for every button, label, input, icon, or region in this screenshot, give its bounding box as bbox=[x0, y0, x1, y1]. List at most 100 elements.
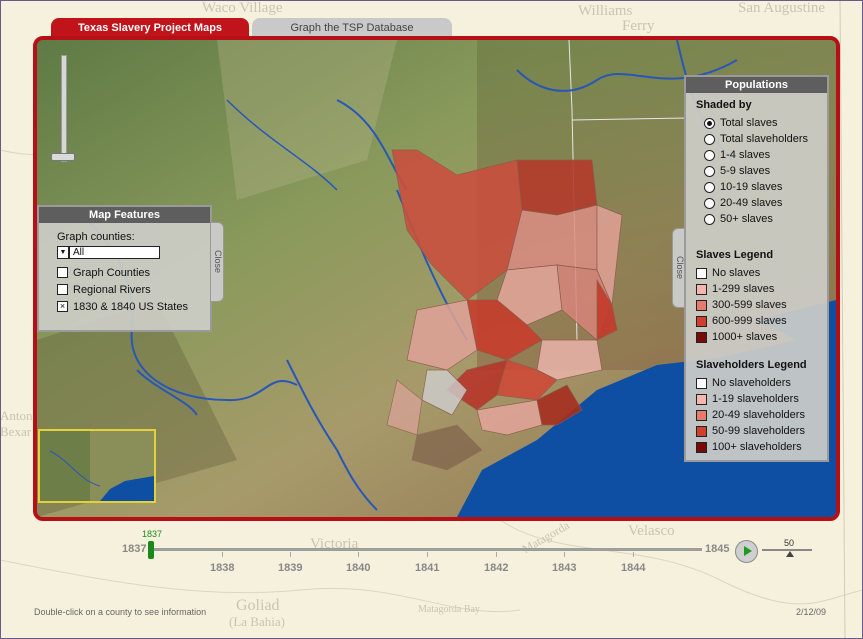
checkbox-regional-rivers[interactable] bbox=[57, 284, 68, 295]
legend-item: 600-999 slaves bbox=[696, 313, 827, 329]
bg-label-augustine: San Augustine bbox=[738, 0, 826, 16]
radio-total-slaveholders[interactable]: Total slaveholders bbox=[704, 131, 827, 147]
timeline-track[interactable] bbox=[150, 548, 702, 551]
timeline-start-label: 1837 bbox=[122, 543, 147, 555]
timeline-year-label[interactable]: 1838 bbox=[210, 562, 234, 574]
radio-button[interactable] bbox=[704, 213, 715, 225]
option-label: 20-49 slaves bbox=[720, 197, 783, 209]
feature-label-regional-rivers: Regional Rivers bbox=[73, 283, 151, 296]
legend-item: 1-19 slaveholders bbox=[696, 391, 827, 407]
feature-regional-rivers[interactable]: Regional Rivers bbox=[57, 281, 210, 298]
timeline-tick bbox=[633, 552, 634, 557]
radio-10-19-slaves[interactable]: 10-19 slaves bbox=[704, 179, 827, 195]
populations-title: Populations bbox=[686, 77, 827, 93]
feature-label-graph-counties: Graph Counties bbox=[73, 266, 151, 279]
radio-1-4-slaves[interactable]: 1-4 slaves bbox=[704, 147, 827, 163]
legend-item: No slaveholders bbox=[696, 375, 827, 391]
radio-50-plus-slaves[interactable]: 50+ slaves bbox=[704, 211, 827, 227]
radio-20-49-slaves[interactable]: 20-49 slaves bbox=[704, 195, 827, 211]
legend-swatch bbox=[696, 267, 707, 279]
play-button[interactable] bbox=[735, 540, 758, 563]
radio-total-slaves[interactable]: Total slaves bbox=[704, 115, 827, 131]
timeline-thumb[interactable] bbox=[148, 541, 154, 559]
inset-terrain bbox=[40, 431, 154, 501]
timeline-year-label[interactable]: 1842 bbox=[484, 562, 508, 574]
legend-swatch bbox=[696, 299, 707, 311]
legend-swatch bbox=[696, 425, 707, 437]
feature-label-us-states: 1830 & 1840 US States bbox=[73, 300, 188, 313]
graph-counties-dropdown[interactable]: ▼ All bbox=[57, 245, 210, 260]
slaveholders-legend-title: Slaveholders Legend bbox=[696, 359, 807, 371]
timeline-year-label[interactable]: 1840 bbox=[346, 562, 370, 574]
option-label: 10-19 slaves bbox=[720, 181, 783, 193]
legend-label: No slaveholders bbox=[712, 377, 791, 389]
legend-label: 20-49 slaveholders bbox=[712, 409, 805, 421]
option-label: 50+ slaves bbox=[720, 213, 773, 225]
legend-label: 1000+ slaves bbox=[712, 331, 778, 343]
timeline-tick bbox=[222, 552, 223, 557]
timeline-tick bbox=[427, 552, 428, 557]
legend-item: 1-299 slaves bbox=[696, 281, 827, 297]
zoom-slider-handle[interactable] bbox=[51, 153, 75, 161]
speed-slider-handle[interactable] bbox=[786, 551, 794, 557]
shaded-by-title: Shaded by bbox=[696, 99, 752, 111]
timeline-year-label[interactable]: 1844 bbox=[621, 562, 645, 574]
feature-us-states[interactable]: × 1830 & 1840 US States bbox=[57, 298, 210, 315]
radio-button[interactable] bbox=[704, 133, 715, 145]
map-features-close-tab[interactable]: Close bbox=[210, 222, 224, 302]
timeline-year-label[interactable]: 1841 bbox=[415, 562, 439, 574]
timeline-current-year: 1837 bbox=[142, 529, 163, 539]
legend-item: 100+ slaveholders bbox=[696, 439, 827, 455]
overview-inset-map[interactable] bbox=[38, 429, 156, 503]
checkbox-graph-counties[interactable] bbox=[57, 267, 68, 278]
bg-label-goliad: Goliad bbox=[236, 597, 280, 614]
feature-graph-counties[interactable]: Graph Counties bbox=[57, 264, 210, 281]
populations-panel: Populations Shaded by Total slaves Total… bbox=[684, 75, 829, 462]
option-label: 5-9 slaves bbox=[720, 165, 771, 177]
map-features-panel: Map Features Graph counties: ▼ All Graph… bbox=[37, 205, 212, 332]
timeline-year-label[interactable]: 1839 bbox=[278, 562, 302, 574]
speed-value: 50 bbox=[784, 538, 795, 548]
checkbox-us-states[interactable]: × bbox=[57, 301, 68, 312]
legend-swatch bbox=[696, 377, 707, 389]
footer-hint: Double-click on a county to see informat… bbox=[34, 607, 207, 617]
legend-swatch bbox=[696, 331, 707, 343]
bg-label-matagorda-bay: Matagorda Bay bbox=[418, 604, 480, 615]
radio-button[interactable] bbox=[704, 181, 715, 193]
radio-button[interactable] bbox=[704, 117, 715, 129]
graph-counties-label: Graph counties: bbox=[57, 231, 135, 243]
legend-swatch bbox=[696, 409, 707, 421]
timeline-tick bbox=[290, 552, 291, 557]
legend-label: 1-19 slaveholders bbox=[712, 393, 799, 405]
bg-label-velasco: Velasco bbox=[628, 523, 675, 539]
slaves-legend-title: Slaves Legend bbox=[696, 249, 774, 261]
option-label: 1-4 slaves bbox=[720, 149, 771, 161]
bg-label-bexar: Bexar bbox=[0, 424, 32, 439]
legend-label: 100+ slaveholders bbox=[712, 441, 802, 453]
legend-item: 50-99 slaveholders bbox=[696, 423, 827, 439]
timeline-year-label[interactable]: 1843 bbox=[552, 562, 576, 574]
slaves-legend: No slaves 1-299 slaves 300-599 slaves 60… bbox=[686, 265, 827, 345]
map-features-title: Map Features bbox=[39, 207, 210, 223]
legend-item: No slaves bbox=[696, 265, 827, 281]
legend-item: 1000+ slaves bbox=[696, 329, 827, 345]
dropdown-arrow-icon[interactable]: ▼ bbox=[57, 246, 69, 259]
legend-label: 600-999 slaves bbox=[712, 315, 787, 327]
bg-label-bahia: (La Bahia) bbox=[229, 614, 285, 629]
timeline-end-label: 1845 bbox=[705, 543, 730, 555]
timeline-tick bbox=[564, 552, 565, 557]
slaveholders-legend: No slaveholders 1-19 slaveholders 20-49 … bbox=[686, 375, 827, 455]
radio-5-9-slaves[interactable]: 5-9 slaves bbox=[704, 163, 827, 179]
bg-label-waco: Waco Village bbox=[202, 0, 283, 16]
legend-item: 300-599 slaves bbox=[696, 297, 827, 313]
legend-label: 300-599 slaves bbox=[712, 299, 787, 311]
radio-button[interactable] bbox=[704, 149, 715, 161]
radio-button[interactable] bbox=[704, 197, 715, 209]
bg-label-ferry: Ferry bbox=[622, 18, 655, 34]
legend-swatch bbox=[696, 393, 707, 405]
zoom-slider-track[interactable] bbox=[61, 55, 67, 162]
graph-counties-value[interactable]: All bbox=[69, 246, 160, 259]
legend-swatch bbox=[696, 283, 707, 295]
radio-button[interactable] bbox=[704, 165, 715, 177]
legend-item: 20-49 slaveholders bbox=[696, 407, 827, 423]
